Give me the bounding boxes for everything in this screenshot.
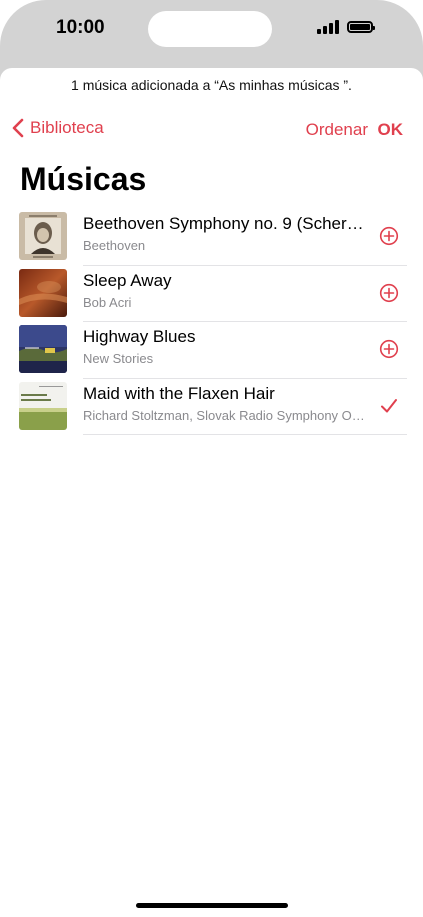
song-artist: Beethoven [83,238,146,253]
song-row[interactable]: Sleep Away Bob Acri [0,266,423,322]
song-row[interactable]: Beethoven Symphony no. 9 (Scherzo) Beeth… [0,209,423,266]
back-to-library-button[interactable]: Biblioteca [12,118,104,138]
add-song-button[interactable] [377,337,401,361]
add-icon [379,283,399,302]
back-button-label: Biblioteca [30,118,104,137]
add-icon [379,339,399,359]
song-row[interactable]: Maid with the Flaxen Hair Richard Stoltz… [0,379,423,435]
status-time: 10:00 [56,17,105,38]
done-button[interactable]: OK [378,120,404,140]
add-song-button[interactable] [377,281,401,305]
song-info: Beethoven Symphony no. 9 (Scherzo) Beeth… [83,214,368,253]
album-art-maid-with-flaxen-hair [19,381,67,430]
sort-button[interactable]: Ordenar [306,120,368,140]
checkmark-icon [381,398,397,412]
add-music-sheet: 1 música adicionada a “As minhas músicas… [0,68,423,917]
add-icon [379,226,399,246]
album-art-beethoven [19,212,67,260]
added-notification-banner: 1 música adicionada a “As minhas músicas… [71,77,352,93]
song-title: Highway Blues [83,327,196,346]
chevron-left-icon [12,118,24,138]
song-title: Sleep Away [83,270,172,290]
battery-icon [347,21,375,33]
song-artist: Richard Stoltzman, Slovak Radio Symphony… [83,407,368,423]
song-list: Beethoven Symphony no. 9 (Scherzo) Beeth… [0,209,423,435]
song-title: Beethoven Symphony no. 9 (Scherzo) [83,214,368,233]
add-song-button[interactable] [377,224,401,248]
song-info: Highway Blues New Stories [83,327,368,366]
cellular-signal-icon [317,20,339,34]
song-row[interactable]: Highway Blues New Stories [0,322,423,379]
dynamic-island [148,11,272,47]
added-indicator[interactable] [377,394,401,418]
song-info: Maid with the Flaxen Hair Richard Stoltz… [83,384,368,423]
song-info: Sleep Away Bob Acri [83,271,368,310]
album-art-highway-blues [19,325,67,373]
home-indicator [136,903,288,908]
album-art-sleep-away [19,268,67,317]
page-title: Músicas [20,161,147,197]
song-artist: New Stories [83,351,154,366]
row-separator [83,434,407,435]
status-icons [317,20,375,34]
song-artist: Bob Acri [83,294,132,310]
song-title: Maid with the Flaxen Hair [83,383,275,403]
